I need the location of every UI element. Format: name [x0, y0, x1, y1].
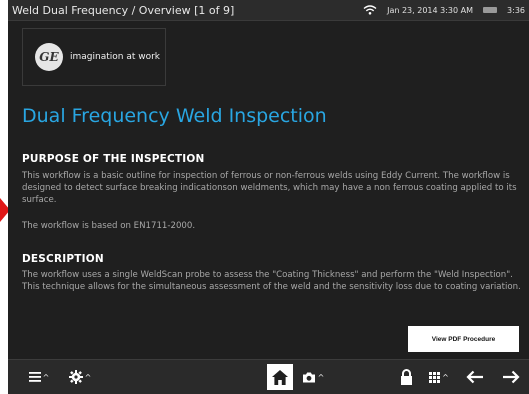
camera-button[interactable]: ^ — [298, 364, 328, 390]
camera-icon — [302, 372, 315, 382]
purpose-text: This workflow is a basic outline for ins… — [22, 171, 517, 205]
caret-up-icon: ^ — [84, 372, 92, 382]
description-heading: DESCRIPTION — [22, 253, 104, 265]
logo-tagline: imagination at work — [70, 52, 160, 62]
grid-icon — [429, 371, 441, 383]
caret-up-icon: ^ — [317, 372, 325, 382]
status-bar: Weld Dual Frequency / Overview [1 of 9] … — [8, 0, 529, 21]
device-screen: Weld Dual Frequency / Overview [1 of 9] … — [8, 0, 529, 394]
ge-logo-box: GE imagination at work — [22, 28, 166, 86]
ge-logo-icon: GE — [35, 43, 63, 71]
purpose-heading: PURPOSE OF THE INSPECTION — [22, 153, 205, 165]
wifi-icon — [363, 5, 377, 15]
battery-icon — [483, 7, 498, 13]
home-button[interactable] — [267, 364, 293, 390]
standard-text: The workflow is based on EN1711-2000. — [22, 221, 196, 231]
lock-button[interactable] — [394, 364, 418, 390]
gear-icon — [68, 370, 83, 384]
menu-icon — [28, 372, 41, 382]
back-button[interactable] — [460, 364, 490, 390]
description-text: The workflow uses a single WeldScan prob… — [22, 270, 521, 292]
lock-icon — [400, 369, 412, 385]
caret-up-icon: ^ — [442, 372, 449, 382]
arrow-left-icon — [466, 370, 483, 384]
bottom-toolbar: ^ ^ ^ ^ — [8, 359, 529, 394]
grid-button[interactable]: ^ — [424, 364, 454, 390]
caret-up-icon: ^ — [42, 372, 50, 382]
home-icon — [272, 369, 288, 385]
datetime-text: Jan 23, 2014 3:30 AM — [387, 5, 474, 15]
forward-button[interactable] — [496, 364, 526, 390]
page-title: Dual Frequency Weld Inspection — [22, 105, 327, 127]
view-pdf-button[interactable]: View PDF Procedure — [408, 326, 519, 352]
battery-text: 3:36 — [507, 5, 525, 15]
breadcrumb: Weld Dual Frequency / Overview [1 of 9] — [12, 3, 235, 17]
status-indicators: Jan 23, 2014 3:30 AM 3:36 — [363, 0, 525, 20]
menu-button[interactable]: ^ — [22, 364, 56, 390]
arrow-right-icon — [503, 370, 520, 384]
settings-button[interactable]: ^ — [60, 364, 100, 390]
